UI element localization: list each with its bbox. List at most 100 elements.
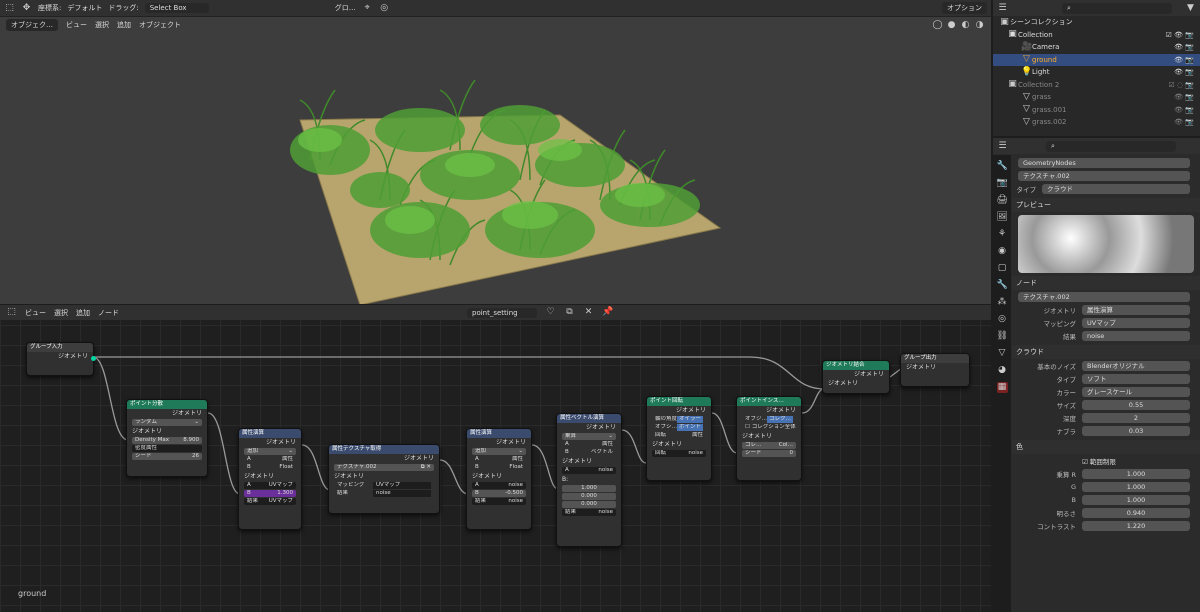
attribute-math-node-2[interactable]: 属性演算 ジオメトリ 追加 ⌄ A 属性 B Float ジオメトリ Anoise B… (466, 428, 532, 530)
world-tab-icon[interactable]: ◉ (997, 246, 1008, 257)
output-tab-icon[interactable]: 🖨 (997, 195, 1008, 206)
outliner-row[interactable]: 💡 Light 👁 📷 (993, 66, 1200, 79)
3d-viewport[interactable]: ⬚ ✥ 座標系: デフォルト ドラッグ: Select Box グロ… ⌖ ◎ … (0, 0, 991, 304)
constraints-tab-icon[interactable]: ⛓ (997, 331, 1008, 342)
noise-basis-select[interactable]: Blenderオリジナル (1082, 361, 1190, 371)
seed-field[interactable]: シード 26 (132, 453, 202, 460)
point-instance-node[interactable]: ポイントインス… ジオメトリ オブジ… コレク… ☐ コレクション全体 ジオメトリ… (736, 396, 802, 481)
input-a-field[interactable]: Anoise (562, 467, 616, 474)
type-b[interactable]: B Float (472, 464, 526, 471)
result-field[interactable]: 結果 noise (334, 490, 434, 497)
node-tree-name[interactable]: point_setting (467, 307, 537, 318)
material-tab-icon[interactable]: ◕ (997, 365, 1008, 376)
clamp-checkbox[interactable]: ☑ 範囲制限 (1082, 456, 1116, 466)
editor-type-icon[interactable]: ☰ (997, 141, 1008, 152)
ne-menu-node[interactable]: ノード (98, 308, 119, 318)
outliner-row[interactable]: ▣ Collection 2 ☑ ◌ 📷 (993, 79, 1200, 92)
operation-select[interactable]: 乗算 ⌄ (562, 433, 616, 440)
outliner[interactable]: ☰ ⌕ ▼ ▣ シーンコレクション ▣ Collection ☑ 👁 📷 🎥 Camer… (993, 0, 1200, 136)
density-attr-field[interactable]: 密度属性 (132, 445, 202, 452)
editor-type-icon[interactable]: ☰ (997, 3, 1008, 14)
color-select[interactable]: グレースケール (1082, 387, 1190, 397)
seed-field[interactable]: シード 0 (742, 450, 796, 457)
outliner-row[interactable]: ▽ grass.001 👁 📷 (993, 104, 1200, 117)
brightness-field[interactable]: 0.940 (1082, 508, 1190, 518)
view-layer-tab-icon[interactable]: 🖼 (997, 212, 1008, 223)
pin-icon[interactable]: 📌 (602, 307, 613, 318)
node-texture-datablock[interactable]: テクスチャ.002 (1018, 292, 1190, 302)
result-field[interactable]: 結果 noise (562, 509, 616, 516)
rotation-type[interactable]: 回転 属性 (652, 432, 706, 439)
mode-select[interactable]: ランダム ⌄ (132, 419, 202, 426)
geometry-socket[interactable] (91, 356, 96, 361)
node-editor[interactable]: ⬚ ビュー 選択 追加 ノード point_setting ♡ ⧉ ✕ 📌 グル… (0, 305, 991, 612)
attribute-math-node[interactable]: 属性演算 ジオメトリ 追加 ⌄ A 属性 B Float ジオメトリ A UVマップ B… (238, 428, 302, 530)
result-field[interactable]: noise (1082, 331, 1190, 341)
scene-collection-row[interactable]: ▣ シーンコレクション (993, 16, 1200, 29)
duplicate-icon[interactable]: ⧉ (564, 307, 575, 318)
texture-select[interactable]: テクスチャ.002 ⧉ ✕ (334, 464, 434, 471)
type-a[interactable]: A 属性 (562, 441, 616, 448)
whole-collection-checkbox[interactable]: ☐ コレクション全体 (742, 424, 796, 431)
data-tab-icon[interactable]: ▽ (997, 348, 1008, 359)
mapping-field[interactable]: UVマップ (1082, 318, 1190, 328)
input-a-field[interactable]: A UVマップ (244, 482, 296, 489)
outliner-search[interactable]: ⌕ (1062, 2, 1172, 14)
attribute-vector-math-node[interactable]: 属性ベクトル演算 ジオメトリ 乗算 ⌄ A 属性 B ベクトル ジオメトリ Anois… (556, 413, 622, 547)
outliner-row[interactable]: ▽ grass 👁 📷 (993, 91, 1200, 104)
point-rotate-node[interactable]: ポイント回転 ジオメトリ 軸の角度 オイラー オプシ… ポイント 回転 属性 ジオメト… (646, 396, 712, 481)
input-b-field[interactable]: B 1.300 (244, 490, 296, 497)
type-b[interactable]: B Float (244, 464, 296, 471)
node-section[interactable]: ノード (1012, 276, 1200, 290)
input-b-field[interactable]: B -0.500 (472, 490, 526, 497)
nabla-field[interactable]: 0.03 (1082, 426, 1190, 436)
contrast-field[interactable]: 1.220 (1082, 521, 1190, 531)
result-field[interactable]: 結果 noise (472, 498, 526, 505)
outliner-row[interactable]: 🎥 Camera 👁 📷 (993, 41, 1200, 54)
render-tab-icon[interactable]: 📷 (997, 178, 1008, 189)
color-section[interactable]: 色 (1012, 440, 1200, 454)
scene-tab-icon[interactable]: ⚘ (997, 229, 1008, 240)
particles-tab-icon[interactable]: ⁂ (997, 297, 1008, 308)
fake-user-icon[interactable]: ♡ (545, 307, 556, 318)
b-z-field[interactable]: 0.000 (562, 501, 616, 508)
option-toggle[interactable]: オプシ… ポイント (652, 424, 706, 431)
mapping-field[interactable]: マッピング UVマップ (334, 482, 434, 489)
physics-tab-icon[interactable]: ◎ (997, 314, 1008, 325)
ne-menu-select[interactable]: 選択 (54, 308, 68, 318)
outliner-row-selected[interactable]: ▽ ground 👁 📷 (993, 53, 1200, 66)
type-a[interactable]: A 属性 (244, 456, 296, 463)
result-field[interactable]: 結果 UVマップ (244, 498, 296, 505)
operation-select[interactable]: 追加 ⌄ (244, 448, 296, 455)
type-b[interactable]: B ベクトル (562, 449, 616, 456)
ne-menu-add[interactable]: 追加 (76, 308, 90, 318)
filter-icon[interactable]: ▼ (1185, 3, 1196, 14)
geometry-link[interactable]: 属性演算 (1082, 305, 1190, 315)
collection-field[interactable]: コレ… Col… (742, 442, 796, 449)
point-distribute-node[interactable]: ポイント分散 ジオメトリ ランダム ⌄ ジオメトリ Density Max 8.90… (126, 399, 208, 477)
modifier-select[interactable]: GeometryNodes (1018, 158, 1190, 168)
group-input-node[interactable]: グループ入力 ジオメトリ (26, 342, 96, 376)
operation-select[interactable]: 追加 ⌄ (472, 448, 526, 455)
texture-type-select[interactable]: クラウド (1042, 184, 1190, 194)
object-tab-icon[interactable]: ▢ (997, 263, 1008, 274)
multiply-r-field[interactable]: 1.000 (1082, 469, 1190, 479)
tool-tab-icon[interactable]: 🔧 (997, 161, 1008, 172)
group-output-node[interactable]: グループ出力 ジオメトリ (900, 353, 970, 387)
ne-menu-view[interactable]: ビュー (25, 308, 46, 318)
editor-type-icon[interactable]: ⬚ (6, 307, 17, 318)
cloud-section[interactable]: クラウド (1012, 345, 1200, 359)
multiply-g-field[interactable]: 1.000 (1082, 482, 1190, 492)
join-geometry-node[interactable]: ジオメトリ結合 ジオメトリ ジオメトリ (822, 360, 890, 394)
size-field[interactable]: 0.55 (1082, 400, 1190, 410)
rotation-field[interactable]: 回転 noise (652, 450, 706, 457)
outliner-row[interactable]: ▣ Collection ☑ 👁 📷 (993, 29, 1200, 42)
close-icon[interactable]: ✕ (583, 307, 594, 318)
outliner-row[interactable]: ▽ grass.002 👁 📷 (993, 116, 1200, 129)
instance-type-toggle[interactable]: オブジ… コレク… (742, 416, 796, 423)
axis-angle-toggle[interactable]: 軸の角度 オイラー (652, 416, 706, 423)
density-max-field[interactable]: Density Max 8.900 (132, 437, 202, 444)
texture-datablock[interactable]: テクスチャ.002 (1018, 171, 1190, 181)
attribute-texture-node[interactable]: 属性テクスチャ取得 ジオメトリ テクスチャ.002 ⧉ ✕ ジオメトリ マッピング… (328, 444, 440, 514)
preview-section[interactable]: プレビュー (1012, 198, 1200, 212)
